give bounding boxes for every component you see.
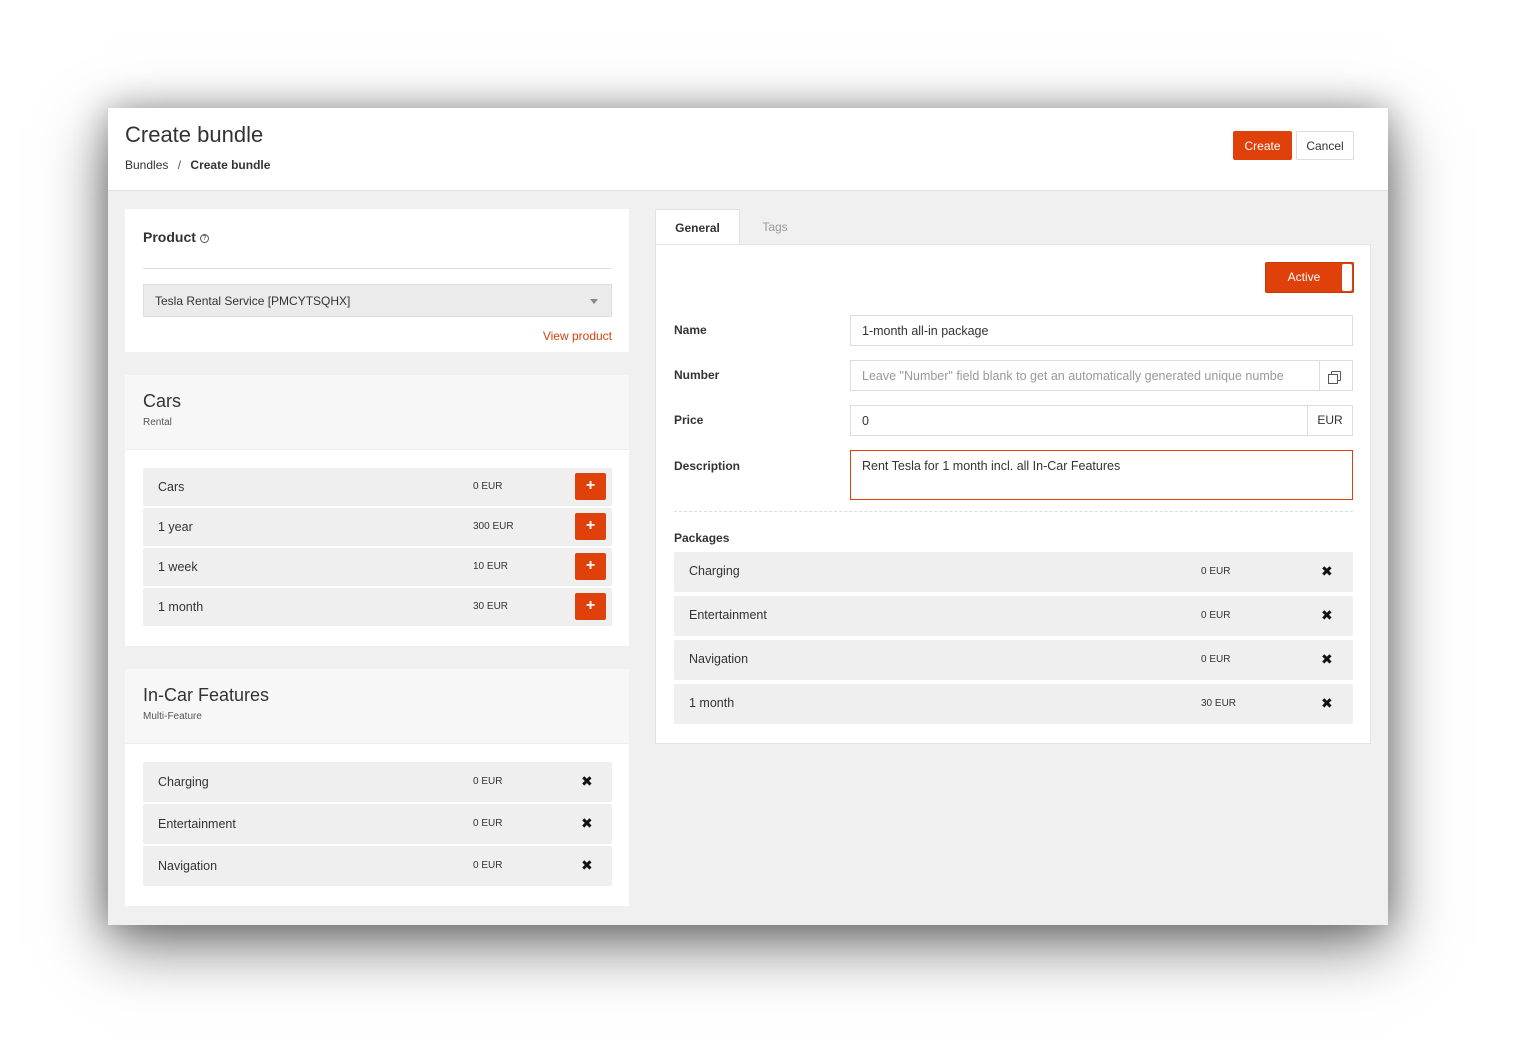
package-row: Entertainment 0 EUR ✖: [674, 596, 1353, 636]
price-label: Price: [674, 413, 704, 427]
list-item: Entertainment 0 EUR ✖: [143, 804, 612, 844]
item-label: Charging: [158, 775, 209, 789]
view-product-link[interactable]: View product: [543, 329, 612, 343]
divider: [143, 268, 612, 269]
package-price: 0 EUR: [1201, 566, 1231, 577]
item-price: 0 EUR: [473, 481, 503, 492]
divider: [674, 511, 1353, 512]
group-body-features: Charging 0 EUR ✖ Entertainment 0 EUR ✖ N…: [125, 744, 629, 906]
package-row: Navigation 0 EUR ✖: [674, 640, 1353, 680]
product-heading: Product?: [143, 229, 209, 245]
group-body-cars: Cars 0 EUR + 1 year 300 EUR + 1 week 10 …: [125, 450, 629, 646]
list-item: 1 year 300 EUR +: [143, 508, 612, 546]
number-label: Number: [674, 368, 720, 382]
list-item: 1 week 10 EUR +: [143, 548, 612, 586]
number-field[interactable]: Leave "Number" field blank to get an aut…: [850, 360, 1320, 391]
item-price: 30 EUR: [473, 601, 509, 612]
list-item: Cars 0 EUR +: [143, 468, 612, 506]
caret-down-icon: [590, 299, 598, 304]
package-price: 30 EUR: [1201, 698, 1237, 709]
breadcrumb: Bundles / Create bundle: [125, 158, 270, 172]
product-select[interactable]: Tesla Rental Service [PMCYTSQHX]: [143, 284, 612, 317]
toggle-knob: [1342, 264, 1352, 291]
package-row: 1 month 30 EUR ✖: [674, 684, 1353, 724]
breadcrumb-current: Create bundle: [190, 158, 271, 172]
product-select-value: Tesla Rental Service [PMCYTSQHX]: [155, 294, 351, 308]
group-header-features: In-Car Features Multi-Feature: [125, 669, 629, 744]
close-icon[interactable]: ✖: [581, 773, 593, 790]
item-price: 10 EUR: [473, 561, 509, 572]
group-title: Cars: [143, 391, 182, 411]
breadcrumb-separator: /: [177, 158, 182, 172]
item-label: 1 month: [158, 600, 204, 614]
close-icon[interactable]: ✖: [581, 857, 593, 874]
page-title: Create bundle: [125, 122, 264, 147]
item-price: 300 EUR: [473, 521, 514, 532]
tab-general[interactable]: General: [655, 209, 740, 245]
add-button[interactable]: +: [575, 473, 606, 500]
price-field[interactable]: 0: [850, 405, 1308, 436]
package-label: Navigation: [689, 652, 749, 666]
product-panel: Product? Tesla Rental Service [PMCYTSQHX…: [125, 209, 629, 352]
item-label: Navigation: [158, 859, 218, 873]
app-window: Create bundle Bundles / Create bundle Cr…: [108, 108, 1388, 925]
add-button[interactable]: +: [575, 593, 606, 620]
add-button[interactable]: +: [575, 513, 606, 540]
item-price: 0 EUR: [473, 860, 503, 871]
package-price: 0 EUR: [1201, 610, 1231, 621]
group-title: In-Car Features: [143, 685, 270, 705]
close-icon[interactable]: ✖: [581, 815, 593, 832]
group-header-cars: Cars Rental: [125, 375, 629, 450]
close-icon[interactable]: ✖: [1321, 607, 1333, 624]
close-icon[interactable]: ✖: [1321, 651, 1333, 668]
group-subtitle: Multi-Feature: [143, 711, 202, 722]
page-header: Create bundle Bundles / Create bundle Cr…: [108, 108, 1388, 191]
package-row: Charging 0 EUR ✖: [674, 552, 1353, 592]
description-field[interactable]: Rent Tesla for 1 month incl. all In-Car …: [850, 450, 1353, 500]
toggle-label: Active: [1287, 270, 1321, 284]
help-icon[interactable]: ?: [199, 233, 209, 243]
close-icon[interactable]: ✖: [1321, 563, 1333, 580]
copy-button[interactable]: [1319, 360, 1353, 391]
name-field[interactable]: 1-month all-in package: [850, 315, 1353, 346]
name-label: Name: [674, 323, 707, 337]
item-label: 1 week: [158, 560, 198, 574]
package-price: 0 EUR: [1201, 654, 1231, 665]
description-label: Description: [674, 459, 741, 473]
item-price: 0 EUR: [473, 776, 503, 787]
list-item: 1 month 30 EUR +: [143, 588, 612, 626]
package-label: Charging: [689, 564, 740, 578]
create-button[interactable]: Create: [1233, 131, 1292, 160]
packages-label: Packages: [674, 531, 730, 545]
item-label: Cars: [158, 480, 185, 494]
active-toggle[interactable]: Active: [1265, 262, 1354, 293]
copy-icon: [1328, 371, 1341, 384]
list-item: Charging 0 EUR ✖: [143, 762, 612, 802]
tab-tags[interactable]: Tags: [740, 209, 810, 245]
product-title: Product: [143, 229, 196, 245]
item-price: 0 EUR: [473, 818, 503, 829]
add-button[interactable]: +: [575, 553, 606, 580]
package-label: 1 month: [689, 696, 735, 710]
general-panel: Active Name 1-month all-in package Numbe…: [655, 244, 1371, 744]
list-item: Navigation 0 EUR ✖: [143, 846, 612, 886]
cancel-button[interactable]: Cancel: [1296, 131, 1354, 160]
breadcrumb-bundles-link[interactable]: Bundles: [125, 158, 168, 172]
item-label: 1 year: [158, 520, 193, 534]
currency-addon: EUR: [1307, 405, 1353, 436]
package-label: Entertainment: [689, 608, 767, 622]
item-label: Entertainment: [158, 817, 236, 831]
group-subtitle: Rental: [143, 417, 172, 428]
close-icon[interactable]: ✖: [1321, 695, 1333, 712]
